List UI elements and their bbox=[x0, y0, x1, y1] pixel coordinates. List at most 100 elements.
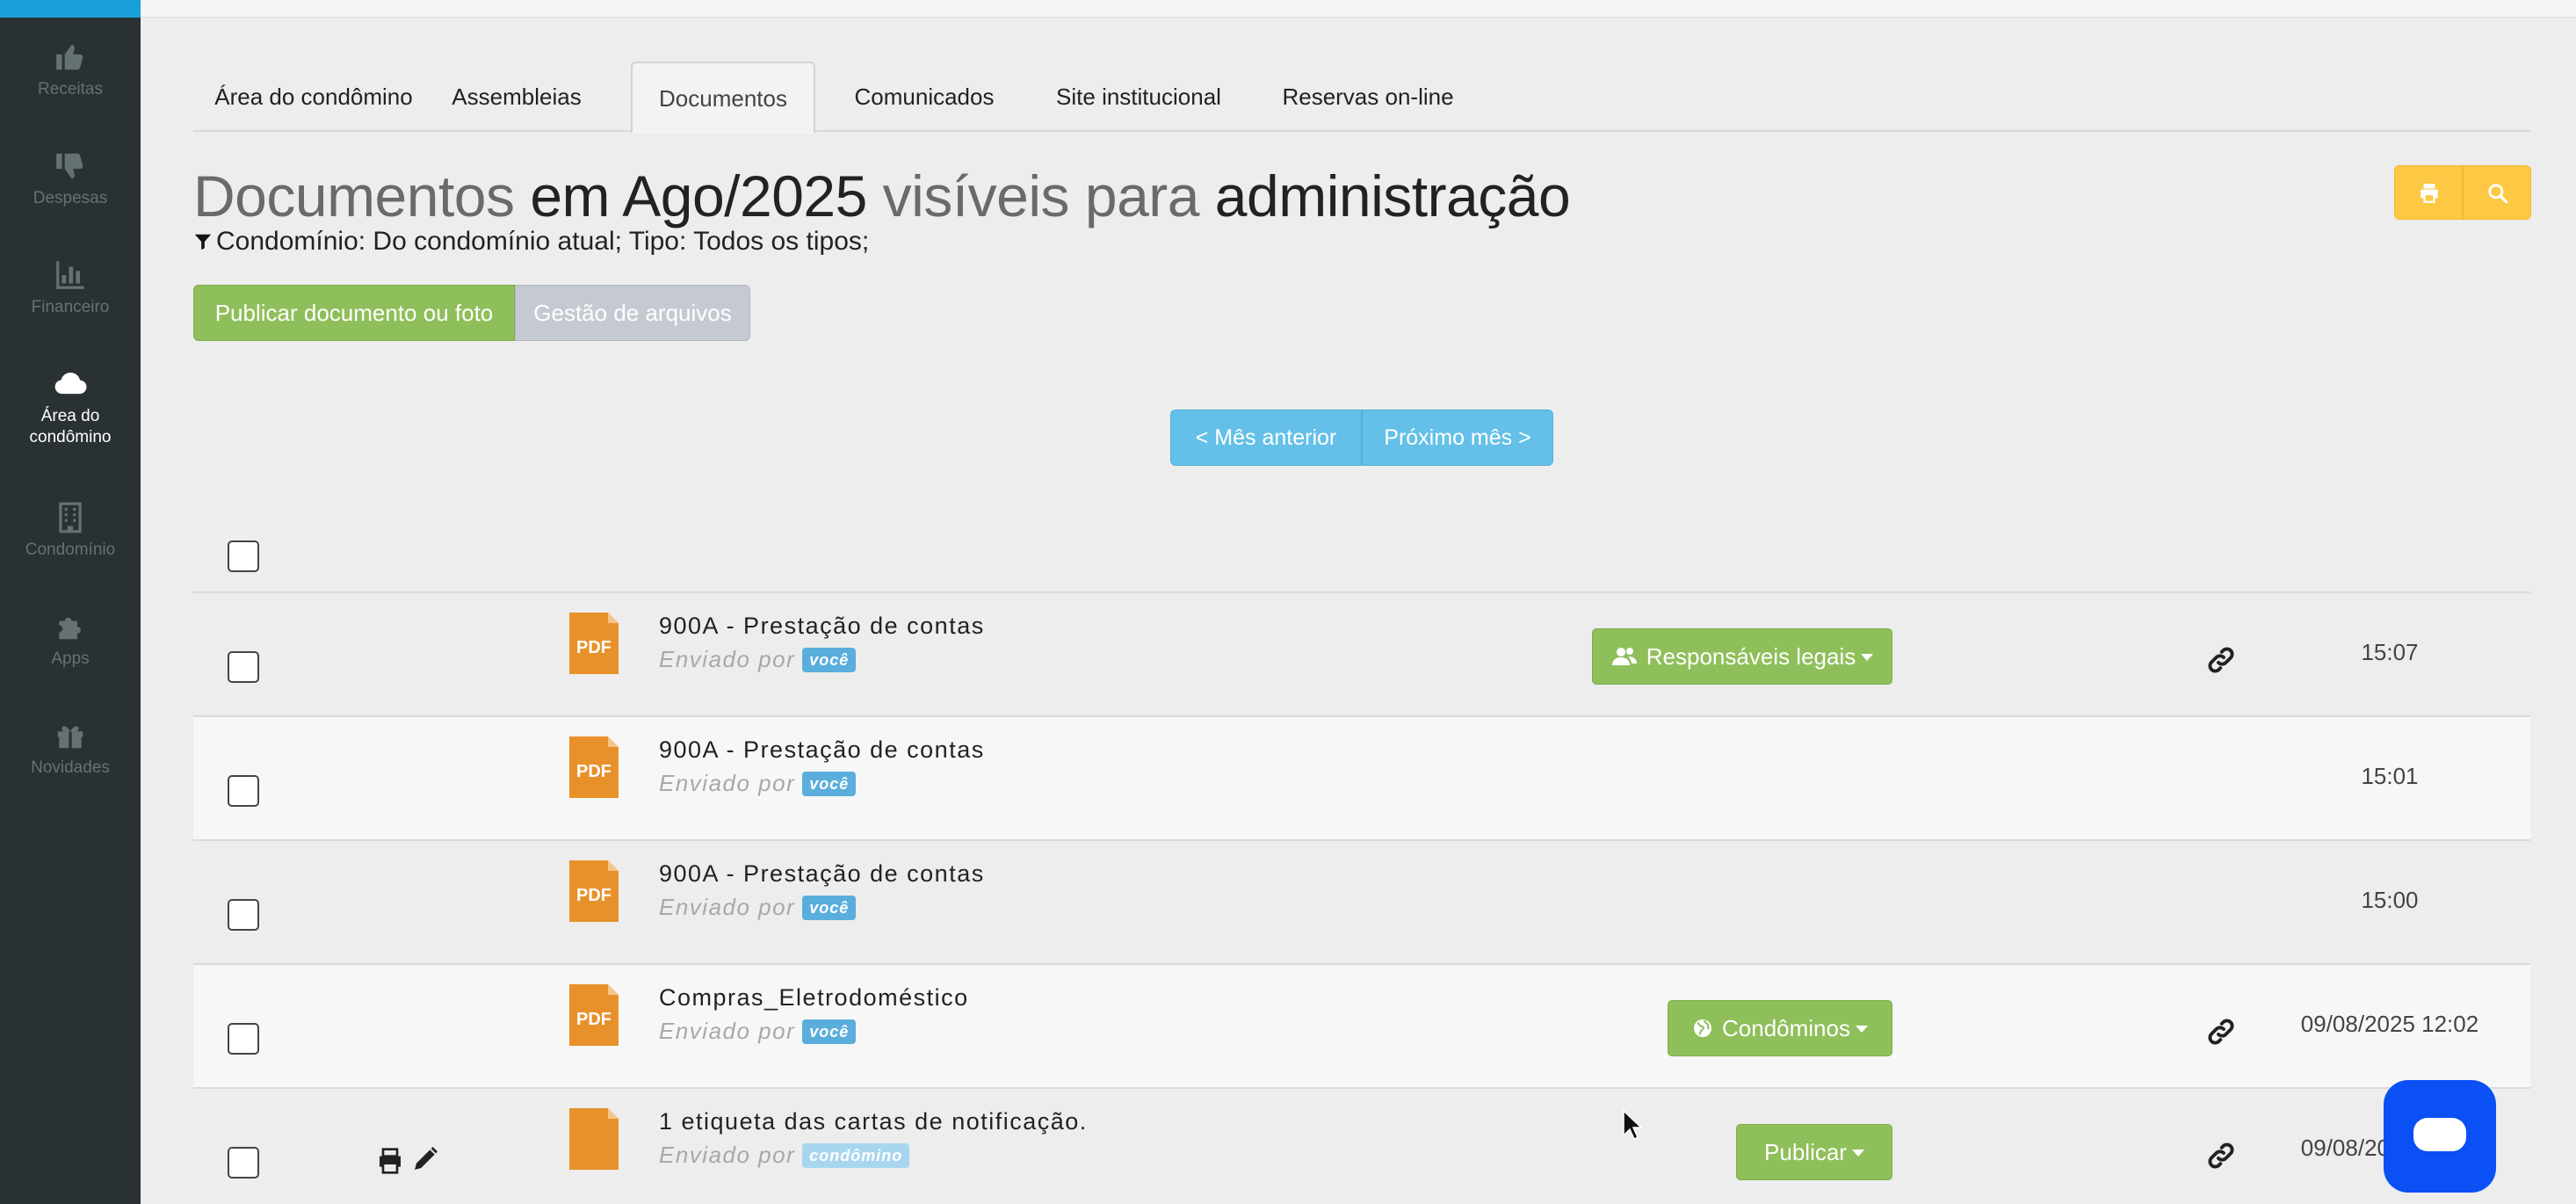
visibility-dropdown-button[interactable]: Condôminos bbox=[1668, 1000, 1892, 1056]
row-checkbox[interactable] bbox=[228, 1147, 259, 1179]
document-name[interactable]: 1 etiqueta das cartas de notificação. bbox=[659, 1108, 1088, 1135]
tab-assembleias[interactable]: Assembleias bbox=[441, 62, 592, 132]
pdf-icon-label: PDF bbox=[576, 638, 611, 657]
sidebar-top-accent bbox=[0, 0, 141, 18]
sidebar-item-receitas[interactable]: Receitas bbox=[0, 40, 141, 100]
row-checkbox[interactable] bbox=[228, 1023, 259, 1055]
sidebar-item-novidades[interactable]: Novidades bbox=[0, 719, 141, 779]
sidebar-item-label: Financeiro bbox=[31, 298, 110, 316]
file-icon[interactable] bbox=[569, 1108, 619, 1170]
caret-down-icon bbox=[1861, 654, 1874, 661]
row-checkbox[interactable] bbox=[228, 775, 259, 807]
table-row: PDF 900A - Prestação de contas Enviado p… bbox=[193, 841, 2530, 965]
document-name[interactable]: 900A - Prestação de contas bbox=[659, 860, 985, 888]
link-icon[interactable] bbox=[2205, 1140, 2237, 1171]
link-icon[interactable] bbox=[2205, 1016, 2237, 1048]
title-audience: administração bbox=[1198, 163, 1571, 228]
next-month-button[interactable]: Próximo mês > bbox=[1362, 410, 1553, 466]
publish-document-button[interactable]: Publicar documento ou foto bbox=[193, 285, 515, 341]
pdf-file-icon[interactable]: PDF bbox=[569, 860, 619, 922]
filter-icon bbox=[194, 234, 212, 250]
sent-by-label: Enviado por bbox=[659, 894, 796, 920]
sidebar: Receitas Despesas Financeiro Área do con… bbox=[0, 0, 141, 1204]
page-title: Documentos em Ago/2025 visíveis para adm… bbox=[193, 158, 1571, 234]
sidebar-item-despesas[interactable]: Despesas bbox=[0, 149, 141, 209]
title-period: em Ago/2025 bbox=[514, 163, 867, 228]
table-row: PDF 900A - Prestação de contas Enviado p… bbox=[193, 717, 2530, 841]
sender-badge: você bbox=[802, 1019, 857, 1044]
tab-area-do-condomino[interactable]: Área do condômino bbox=[204, 62, 423, 132]
tab-reservas-online[interactable]: Reservas on-line bbox=[1267, 62, 1469, 132]
top-strip bbox=[141, 0, 2576, 18]
bar-chart-icon bbox=[56, 261, 84, 289]
sender-badge: você bbox=[802, 896, 857, 920]
title-documentos: Documentos bbox=[193, 163, 515, 228]
row-checkbox[interactable] bbox=[228, 651, 259, 683]
pencil-icon[interactable] bbox=[411, 1145, 439, 1173]
building-icon bbox=[59, 502, 82, 533]
sidebar-item-label: Apps bbox=[51, 649, 90, 668]
pdf-file-icon[interactable]: PDF bbox=[569, 984, 619, 1046]
sidebar-item-label: Despesas bbox=[33, 189, 108, 207]
users-icon bbox=[1611, 648, 1637, 665]
sent-by: Enviado por você bbox=[659, 770, 857, 797]
print-icon[interactable] bbox=[376, 1147, 404, 1175]
document-name[interactable]: Compras_Eletrodoméstico bbox=[659, 984, 969, 1012]
sidebar-item-apps[interactable]: Apps bbox=[0, 610, 141, 670]
select-all-checkbox[interactable] bbox=[228, 540, 259, 572]
document-time: 15:00 bbox=[2361, 887, 2419, 913]
sidebar-item-financeiro[interactable]: Financeiro bbox=[0, 258, 141, 318]
sent-by-label: Enviado por bbox=[659, 646, 796, 672]
tab-comunicados[interactable]: Comunicados bbox=[836, 62, 1012, 132]
tab-label: Assembleias bbox=[452, 83, 582, 110]
chat-bubble-icon bbox=[2413, 1118, 2466, 1151]
pdf-icon-label: PDF bbox=[576, 1010, 611, 1029]
pdf-file-icon[interactable]: PDF bbox=[569, 736, 619, 798]
filter-text: Condomínio: Do condomínio atual; Tipo: T… bbox=[216, 227, 870, 256]
header-tools bbox=[2394, 165, 2531, 220]
thumbs-down-icon bbox=[56, 153, 83, 179]
caret-down-icon bbox=[1851, 1150, 1864, 1157]
document-name[interactable]: 900A - Prestação de contas bbox=[659, 736, 985, 764]
tab-label: Documentos bbox=[659, 85, 787, 112]
document-time: 15:07 bbox=[2361, 639, 2419, 665]
document-time: 09/08/2025 12:02 bbox=[2300, 1011, 2479, 1037]
link-icon[interactable] bbox=[2205, 644, 2237, 676]
sent-by-label: Enviado por bbox=[659, 1142, 796, 1168]
pdf-file-icon[interactable]: PDF bbox=[569, 613, 619, 674]
table-row: PDF 900A - Prestação de contas Enviado p… bbox=[193, 593, 2530, 717]
print-button[interactable] bbox=[2394, 165, 2463, 220]
sent-by-label: Enviado por bbox=[659, 1018, 796, 1044]
cloud-icon bbox=[54, 372, 87, 395]
row-checkbox[interactable] bbox=[228, 899, 259, 931]
gift-icon bbox=[57, 726, 83, 749]
document-name[interactable]: 900A - Prestação de contas bbox=[659, 613, 985, 640]
visibility-dropdown-button[interactable]: Responsáveis legais bbox=[1592, 628, 1892, 685]
sidebar-item-label: Área do condômino bbox=[29, 407, 112, 446]
file-management-button[interactable]: Gestão de arquivos bbox=[515, 285, 750, 341]
puzzle-icon bbox=[59, 617, 81, 640]
previous-month-button[interactable]: < Mês anterior bbox=[1170, 410, 1362, 466]
sender-badge: você bbox=[802, 648, 857, 672]
publish-dropdown-button[interactable]: Publicar bbox=[1736, 1124, 1892, 1180]
sidebar-item-condominio[interactable]: Condomínio bbox=[0, 501, 141, 561]
table-row: 1 etiqueta das cartas de notificação. En… bbox=[193, 1089, 2530, 1204]
globe-icon bbox=[1694, 1019, 1711, 1037]
mouse-cursor-icon bbox=[1623, 1109, 1643, 1141]
tab-site-institucional[interactable]: Site institucional bbox=[1033, 62, 1244, 132]
visibility-label: Responsáveis legais bbox=[1646, 643, 1856, 670]
sidebar-item-label: Novidades bbox=[31, 758, 110, 777]
sender-badge: você bbox=[802, 772, 857, 796]
table-row: PDF Compras_Eletrodoméstico Enviado por v… bbox=[193, 965, 2530, 1089]
tab-bar: Área do condômino Assembleias Documentos… bbox=[193, 62, 2530, 134]
document-time: 15:01 bbox=[2361, 763, 2419, 789]
tab-documentos[interactable]: Documentos bbox=[631, 62, 815, 134]
chat-widget-button[interactable] bbox=[2384, 1080, 2496, 1193]
tab-label: Área do condômino bbox=[214, 83, 413, 110]
sidebar-item-area-do-condomino[interactable]: Área do condômino bbox=[0, 367, 141, 448]
search-button[interactable] bbox=[2463, 165, 2531, 220]
sidebar-item-label: Condomínio bbox=[25, 540, 116, 559]
publish-label: Publicar bbox=[1764, 1139, 1847, 1165]
filter-summary[interactable]: Condomínio: Do condomínio atual; Tipo: T… bbox=[193, 227, 869, 257]
sidebar-item-label: Receitas bbox=[38, 80, 103, 98]
